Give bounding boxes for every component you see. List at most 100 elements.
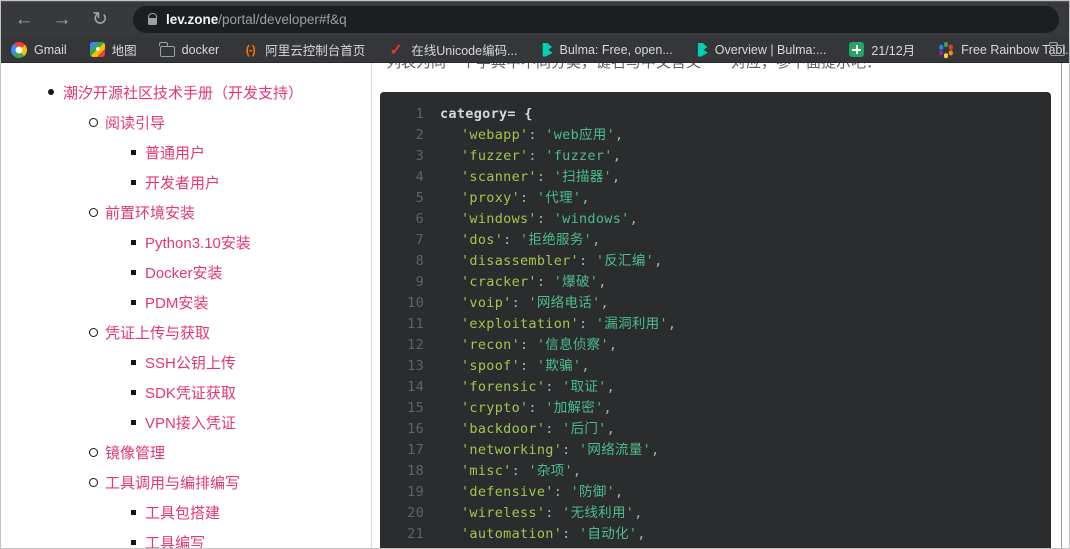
code-entry: 'cracker': '爆破', <box>461 274 607 290</box>
bookmark-item[interactable]: 阿里云控制台首页 <box>242 40 365 59</box>
dict-value: '网络电话' <box>528 295 601 311</box>
code-line: 14 'forensic': '取证', <box>396 377 1041 398</box>
dict-value: '后门' <box>562 421 607 437</box>
dict-value: '无线利用' <box>562 505 635 521</box>
reload-button[interactable]: ↻ <box>89 10 111 29</box>
dict-value: '杂项' <box>528 463 573 479</box>
code-line: 4 'scanner': '扫描器', <box>396 167 1041 188</box>
nav-link[interactable]: Python3.10安装 <box>145 232 251 253</box>
line-number: 19 <box>407 484 424 500</box>
code-line: 18 'misc': '杂项', <box>396 461 1041 482</box>
bookmarks-overflow[interactable] <box>1049 41 1065 56</box>
bookmark-item[interactable]: docker <box>159 42 220 57</box>
bookmark-item[interactable]: 在线Unicode编码... <box>388 40 517 59</box>
line-number: 18 <box>407 463 424 479</box>
nav-item: 镜像管理 <box>1 437 371 467</box>
dict-key: 'automation' <box>461 526 563 542</box>
nav-item: Docker安装 <box>1 257 371 287</box>
dict-value: 'fuzzer' <box>545 148 613 164</box>
code-entry: 'recon': '信息侦察', <box>461 337 618 353</box>
nav-link[interactable]: 镜像管理 <box>105 442 165 463</box>
address-bar[interactable]: lev.zone/portal/developer#f&q <box>133 6 1059 33</box>
list-bullet-icon <box>125 360 141 365</box>
line-number: 20 <box>407 505 424 521</box>
line-number: 10 <box>407 295 424 311</box>
bookmark-item[interactable]: 21/12月 <box>849 40 915 59</box>
line-number: 6 <box>415 211 424 227</box>
dict-value: '拒绝服务' <box>520 232 593 248</box>
green-cross-doc-icon <box>849 42 865 57</box>
dict-key: 'windows' <box>461 211 537 227</box>
line-number: 7 <box>415 232 424 248</box>
bookmark-item[interactable]: Overview | Bulma:... <box>696 42 826 57</box>
dict-value: 'windows' <box>553 211 630 227</box>
forward-button[interactable]: → <box>51 10 73 29</box>
nav-link[interactable]: SDK凭证获取 <box>145 382 236 403</box>
nav-link[interactable]: 工具包搭建 <box>145 502 220 523</box>
line-number: 14 <box>407 379 424 395</box>
nav-link[interactable]: VPN接入凭证 <box>145 412 236 433</box>
nav-link[interactable]: Docker安装 <box>145 262 223 283</box>
nav-link[interactable]: 凭证上传与获取 <box>105 322 210 343</box>
list-bullet-icon <box>85 208 101 217</box>
dict-value: '爆破' <box>553 274 599 290</box>
bulma-icon <box>542 42 553 57</box>
code-entry: 'proxy': '代理', <box>461 190 590 206</box>
dict-value: '自动化' <box>579 526 638 542</box>
nav-link[interactable]: 普通用户 <box>145 142 205 163</box>
nav-link[interactable]: 前置环境安装 <box>105 202 195 223</box>
code-line: 11 'exploitation': '漏洞利用', <box>396 314 1041 335</box>
dict-key: 'voip' <box>461 295 512 311</box>
code-entry: 'backdoor': '后门', <box>461 421 616 437</box>
line-number: 12 <box>407 337 424 353</box>
dict-value: '防御' <box>570 484 616 500</box>
code-entry: 'forensic': '取证', <box>461 379 616 395</box>
list-bullet-icon <box>85 448 101 457</box>
dict-value: '漏洞利用' <box>595 316 668 332</box>
bookmark-item[interactable]: Bulma: Free, open... <box>541 42 673 57</box>
bookmark-item[interactable]: 地图 <box>89 40 137 59</box>
code-block[interactable]: 1 category= { 2 'webapp': 'web应用', 3 'fuzze… <box>380 92 1051 548</box>
url-path: /portal/developer#f&q <box>218 12 347 27</box>
nav-item: 工具调用与编排编写 <box>1 467 371 497</box>
line-number: 5 <box>415 190 424 206</box>
line-number: 11 <box>407 316 424 332</box>
browser-window: ← → ↻ lev.zone/portal/developer#f&q Gmai… <box>0 0 1070 549</box>
code-line: 19 'defensive': '防御', <box>396 482 1041 503</box>
nav-link[interactable]: 工具调用与编排编写 <box>105 472 240 493</box>
dict-key: 'webapp' <box>461 127 529 143</box>
list-bullet-icon <box>85 118 101 127</box>
nav-list: 潮汐开源社区技术手册（开发支持） 阅读引导 普通用户 开发者用户 前置环境安装 … <box>1 77 371 549</box>
code-entry: 'misc': '杂项', <box>461 463 582 479</box>
list-bullet-icon <box>125 300 141 305</box>
back-button[interactable]: ← <box>13 10 35 29</box>
lock-icon <box>148 12 157 25</box>
bookmark-item[interactable]: Gmail <box>11 41 67 58</box>
list-bullet-icon <box>43 89 59 95</box>
dict-value: '加解密' <box>545 400 604 416</box>
gmail-icon <box>11 41 27 58</box>
folder-icon <box>1049 41 1065 56</box>
code-line: 16 'backdoor': '后门', <box>396 419 1041 440</box>
nav-link[interactable]: 开发者用户 <box>145 172 220 193</box>
code-entry: 'voip': '网络电话', <box>461 295 609 311</box>
dict-key: 'crypto' <box>461 400 529 416</box>
nav-link[interactable]: SSH公钥上传 <box>145 352 236 373</box>
code-entry: 'dos': '拒绝服务', <box>461 232 601 248</box>
nav-link[interactable]: 潮汐开源社区技术手册（开发支持） <box>63 82 303 103</box>
code-line: 12 'recon': '信息侦察', <box>396 335 1041 356</box>
nav-item: 前置环境安装 <box>1 197 371 227</box>
dict-value: '信息侦察' <box>536 337 609 353</box>
line-number: 3 <box>415 148 424 164</box>
bookmark-label: docker <box>181 42 220 57</box>
nav-item: 潮汐开源社区技术手册（开发支持） <box>1 77 371 107</box>
clipped-intro-text: 列表为同一个字典中不同分类，键名与中文含义一一对应，参下面提示吧： <box>386 63 1051 79</box>
page-content: 潮汐开源社区技术手册（开发支持） 阅读引导 普通用户 开发者用户 前置环境安装 … <box>1 63 1069 548</box>
dict-key: 'misc' <box>461 463 512 479</box>
page-scrollbar[interactable] <box>1061 63 1062 548</box>
nav-item: 凭证上传与获取 <box>1 317 371 347</box>
nav-link[interactable]: 阅读引导 <box>105 112 165 133</box>
nav-link[interactable]: PDM安装 <box>145 292 208 313</box>
code-line: 10 'voip': '网络电话', <box>396 293 1041 314</box>
nav-link[interactable]: 工具编写 <box>145 532 205 549</box>
